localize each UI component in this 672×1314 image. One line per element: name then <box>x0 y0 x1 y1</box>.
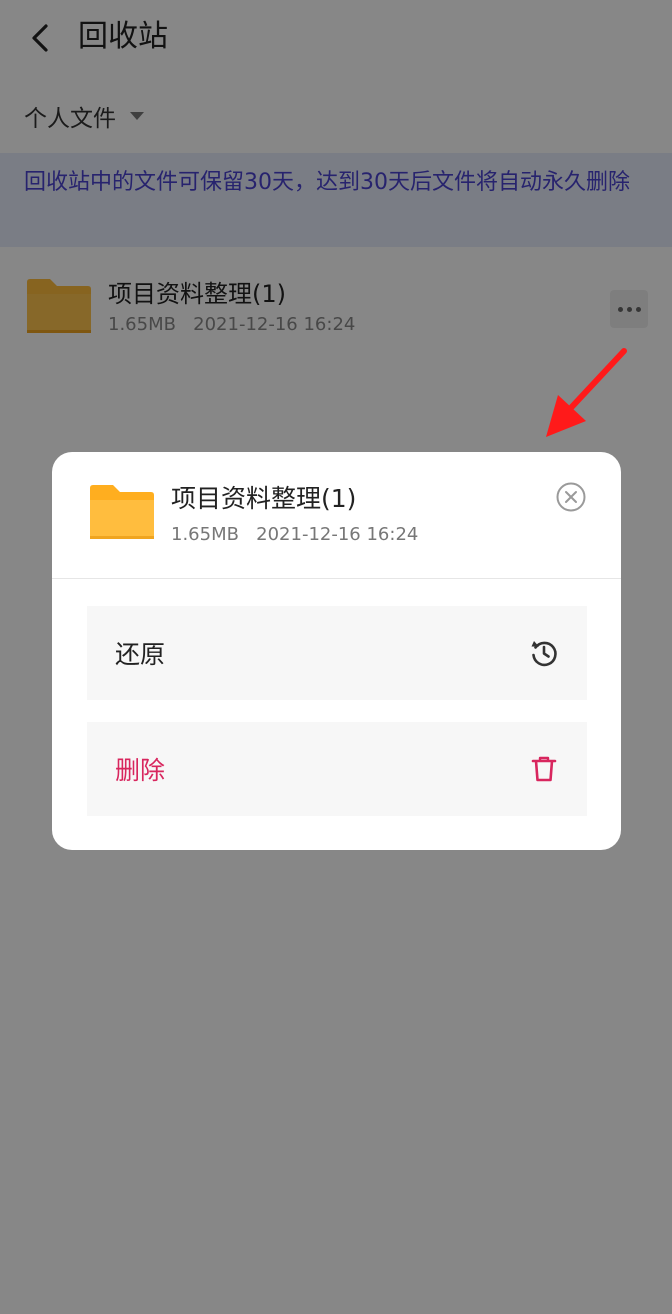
dialog-file-meta: 1.65MB 2021-12-16 16:24 <box>171 524 418 545</box>
restore-button[interactable]: 还原 <box>87 606 587 700</box>
dialog-file-name: 项目资料整理(1) <box>171 484 357 513</box>
folder-icon <box>90 485 154 539</box>
annotation-arrow-icon <box>546 348 627 437</box>
delete-button[interactable]: 删除 <box>87 722 587 816</box>
history-restore-icon <box>531 641 557 667</box>
file-action-dialog: 项目资料整理(1) 1.65MB 2021-12-16 16:24 还原 删除 <box>52 452 621 850</box>
dialog-file-date: 2021-12-16 16:24 <box>256 524 419 545</box>
close-icon[interactable] <box>555 481 587 513</box>
dialog-header: 项目资料整理(1) 1.65MB 2021-12-16 16:24 <box>52 452 621 579</box>
trash-icon <box>531 756 557 782</box>
restore-label: 还原 <box>115 640 166 669</box>
dialog-file-size: 1.65MB <box>171 524 239 545</box>
delete-label: 删除 <box>115 756 166 785</box>
